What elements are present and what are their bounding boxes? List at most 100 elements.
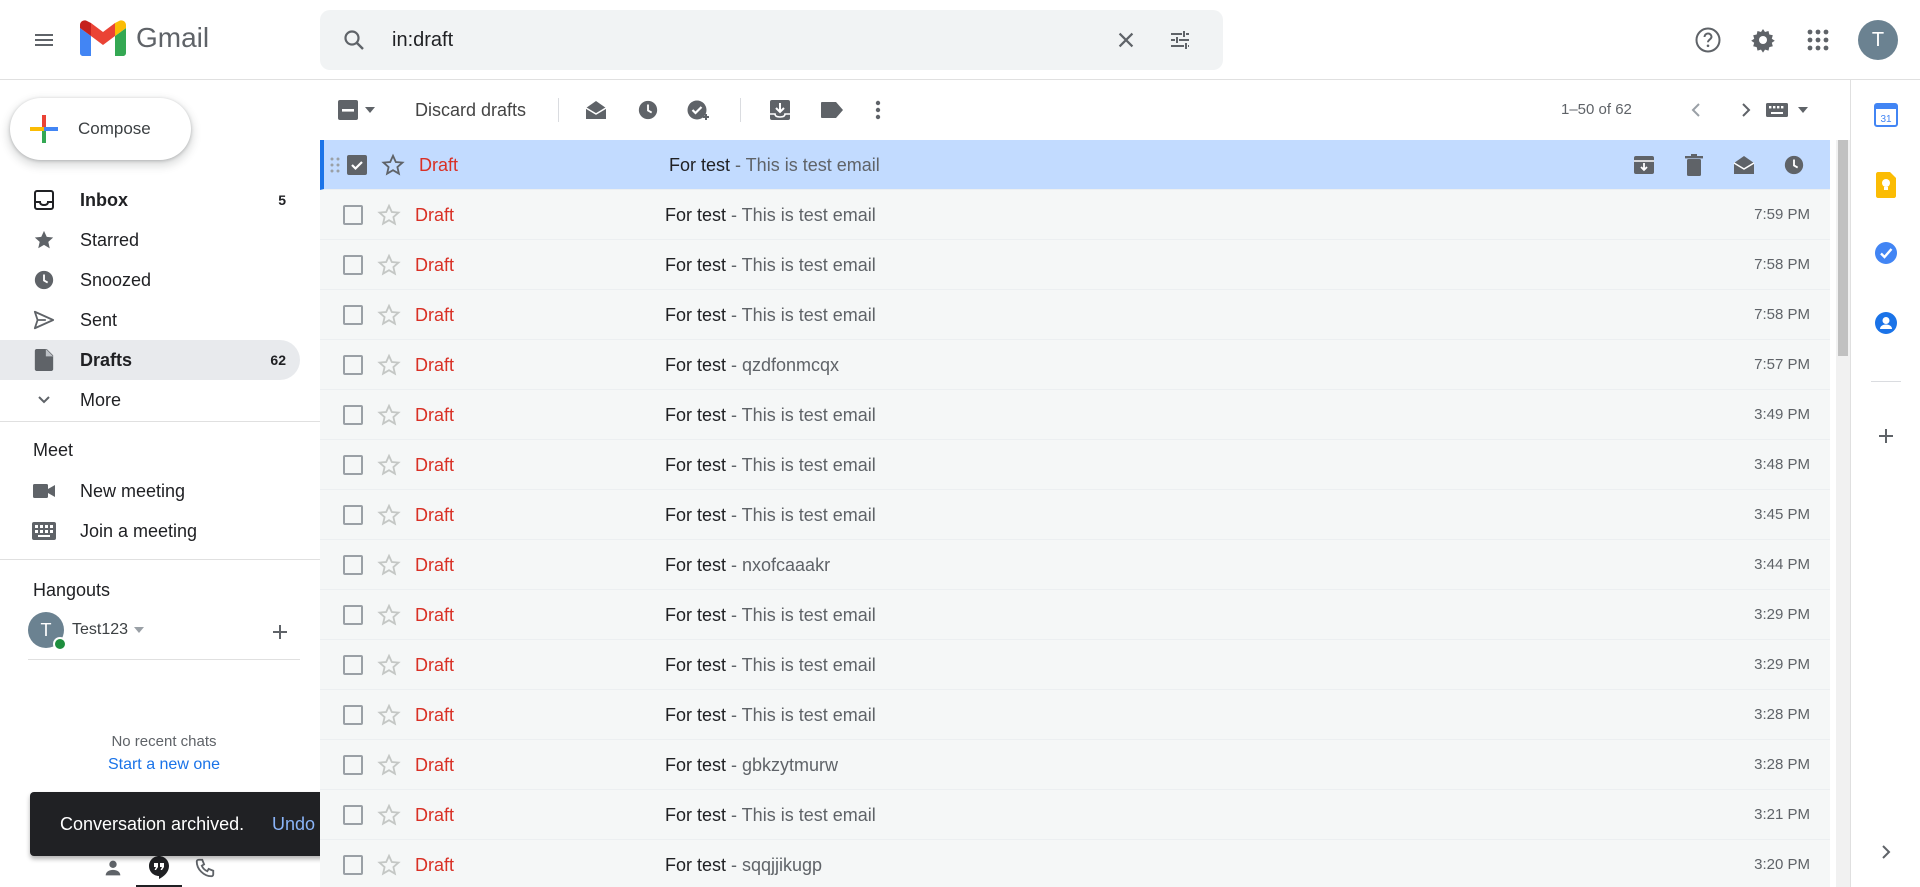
star-outline-icon[interactable]	[381, 153, 405, 177]
join-meeting-button[interactable]: Join a meeting	[0, 511, 300, 551]
sidebar-item-snoozed[interactable]: Snoozed	[0, 260, 300, 300]
star-outline-icon[interactable]	[377, 453, 401, 477]
labels-button[interactable]	[814, 92, 850, 128]
row-checkbox[interactable]	[343, 655, 363, 675]
star-outline-icon[interactable]	[377, 803, 401, 827]
account-button[interactable]: T	[1854, 16, 1902, 64]
mail-subject: For test - This is test email	[665, 440, 876, 490]
keep-app-button[interactable]	[1869, 168, 1903, 202]
star-outline-icon[interactable]	[377, 253, 401, 277]
mail-row[interactable]: Draft For test - This is test email 7:58…	[320, 240, 1830, 290]
mail-row[interactable]: Draft For test - This is test email 3:29…	[320, 590, 1830, 640]
row-checkbox[interactable]	[343, 405, 363, 425]
contacts-app-button[interactable]	[1869, 306, 1903, 340]
snooze-row-button[interactable]	[1776, 147, 1812, 183]
star-outline-icon[interactable]	[377, 603, 401, 627]
search-icon[interactable]	[336, 22, 372, 58]
mail-row[interactable]: Draft For test - This is test email 3:21…	[320, 790, 1830, 840]
star-outline-icon[interactable]	[377, 753, 401, 777]
mail-row[interactable]: Draft For test - This is test email 3:29…	[320, 640, 1830, 690]
star-outline-icon[interactable]	[377, 853, 401, 877]
star-outline-icon[interactable]	[377, 203, 401, 227]
row-checkbox[interactable]	[343, 205, 363, 225]
apps-button[interactable]	[1794, 16, 1842, 64]
more-actions-button[interactable]	[860, 92, 896, 128]
mail-row[interactable]: Draft For test - This is test email 3:49…	[320, 390, 1830, 440]
star-outline-icon[interactable]	[377, 553, 401, 577]
mail-row[interactable]: Draft For test - This is test email 3:48…	[320, 440, 1830, 490]
help-button[interactable]	[1684, 16, 1732, 64]
delete-button[interactable]	[1676, 147, 1712, 183]
snippet-text: - This is test email	[726, 305, 876, 325]
archive-button[interactable]	[1626, 147, 1662, 183]
hangouts-user-switcher[interactable]: T Test123	[28, 612, 145, 651]
row-checkbox[interactable]	[343, 355, 363, 375]
snooze-button[interactable]	[630, 92, 666, 128]
sidebar-item-drafts[interactable]: Drafts 62	[0, 340, 300, 380]
mail-row-selected[interactable]: Draft For test - This is test email	[320, 140, 1830, 190]
sender-name: Draft	[415, 205, 455, 225]
star-outline-icon[interactable]	[377, 403, 401, 427]
mail-row[interactable]: Draft For test - nxofcaaakr 3:44 PM	[320, 540, 1830, 590]
clear-search-icon[interactable]	[1108, 22, 1144, 58]
row-checkbox[interactable]	[343, 705, 363, 725]
caret-down-icon	[134, 627, 145, 633]
new-conversation-button[interactable]	[262, 614, 298, 650]
older-page-button[interactable]	[1728, 92, 1764, 128]
row-checkbox[interactable]	[343, 555, 363, 575]
hide-side-panel-button[interactable]	[1869, 835, 1903, 869]
settings-button[interactable]	[1739, 16, 1787, 64]
hangouts-icon	[149, 855, 169, 879]
mark-as-read-button[interactable]	[578, 92, 614, 128]
scrollbar-thumb[interactable]	[1838, 140, 1848, 356]
new-meeting-button[interactable]: New meeting	[0, 471, 300, 511]
row-checkbox[interactable]	[343, 305, 363, 325]
mail-row[interactable]: Draft For test - qzdfonmcqx 7:57 PM	[320, 340, 1830, 390]
row-checkbox[interactable]	[343, 455, 363, 475]
mail-row[interactable]: Draft For test - gbkzytmurw 3:28 PM	[320, 740, 1830, 790]
sidebar-item-sent[interactable]: Sent	[0, 300, 300, 340]
get-addons-button[interactable]	[1869, 419, 1903, 453]
sidebar-item-inbox[interactable]: Inbox 5	[0, 180, 300, 220]
select-dropdown[interactable]	[360, 92, 380, 128]
row-checkbox[interactable]	[343, 505, 363, 525]
avatar[interactable]: T	[1858, 20, 1898, 60]
sidebar-item-more[interactable]: More	[0, 380, 300, 420]
row-checkbox[interactable]	[343, 605, 363, 625]
mail-row[interactable]: Draft For test - This is test email 7:59…	[320, 190, 1830, 240]
add-to-tasks-button[interactable]	[680, 92, 716, 128]
star-outline-icon[interactable]	[377, 353, 401, 377]
row-checkbox[interactable]	[347, 155, 367, 175]
snippet-text: - This is test email	[726, 255, 876, 275]
mark-read-row-button[interactable]	[1726, 147, 1762, 183]
star-outline-icon[interactable]	[377, 703, 401, 727]
mail-time: 7:58 PM	[1754, 256, 1810, 273]
mail-row[interactable]: Draft For test - This is test email 3:28…	[320, 690, 1830, 740]
gmail-logo[interactable]: Gmail	[80, 20, 209, 56]
newer-page-button[interactable]	[1678, 92, 1714, 128]
star-outline-icon[interactable]	[377, 303, 401, 327]
row-checkbox[interactable]	[343, 855, 363, 875]
mail-list-scrollbar[interactable]	[1836, 140, 1850, 887]
mail-row[interactable]: Draft For test - This is test email 3:45…	[320, 490, 1830, 540]
search-bar[interactable]: in:draft	[320, 10, 1223, 70]
discard-drafts-button[interactable]: Discard drafts	[415, 82, 526, 138]
row-checkbox[interactable]	[343, 255, 363, 275]
search-options-icon[interactable]	[1162, 22, 1198, 58]
sidebar-item-starred[interactable]: Starred	[0, 220, 300, 260]
undo-button[interactable]: Undo	[272, 814, 315, 835]
compose-button[interactable]: Compose	[10, 98, 191, 160]
star-outline-icon[interactable]	[377, 653, 401, 677]
mail-row[interactable]: Draft For test - sqqjjikugp 3:20 PM	[320, 840, 1830, 887]
star-outline-icon[interactable]	[377, 503, 401, 527]
tasks-app-button[interactable]	[1869, 236, 1903, 270]
search-input[interactable]: in:draft	[392, 10, 453, 70]
start-new-chat-link[interactable]: Start a new one	[0, 756, 328, 774]
input-tools-button[interactable]	[1760, 92, 1816, 128]
row-checkbox[interactable]	[343, 755, 363, 775]
calendar-app-button[interactable]: 31	[1869, 98, 1903, 132]
row-checkbox[interactable]	[343, 805, 363, 825]
mail-row[interactable]: Draft For test - This is test email 7:58…	[320, 290, 1830, 340]
move-to-inbox-button[interactable]	[762, 92, 798, 128]
main-menu-button[interactable]	[20, 16, 68, 64]
